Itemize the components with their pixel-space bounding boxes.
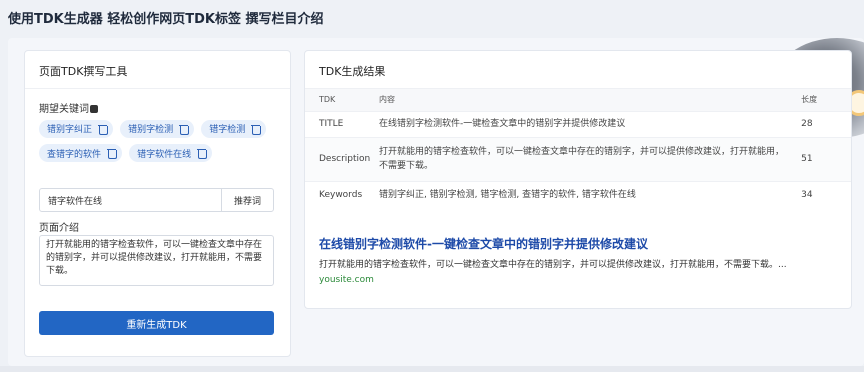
row-content: 在线错别字检测软件-一键检查文章中的错别字并提供修改建议 [378, 110, 802, 137]
table-row: TITLE 在线错别字检测软件-一键检查文章中的错别字并提供修改建议 28 [305, 110, 851, 137]
result-panel-title: TDK生成结果 [305, 51, 851, 89]
keyword-tag: 查错字的软件 [39, 144, 123, 162]
keyword-tag: 错别字纠正 [39, 119, 114, 138]
preview-description: 打开就能用的错字检查软件，可以一键检查文章中存在的错别字，并可以提供修改建议，打… [319, 260, 787, 270]
row-content: 错别字纠正, 错别字检测, 错字检测, 查错字的软件, 错字软件在线 [378, 180, 802, 209]
help-icon[interactable] [90, 105, 98, 113]
intro-textarea[interactable]: 打开就能用的错字检查软件，可以一键检查文章中存在的错别字，并可以提供修改建议，打… [39, 235, 274, 286]
row-length: 51 [801, 136, 851, 181]
table-header: TDK 内容 长度 [305, 89, 851, 111]
keywords-label: 期望关键词 [39, 100, 98, 115]
table-row: Keywords 错别字纠正, 错别字检测, 错字检测, 查错字的软件, 错字软… [305, 180, 851, 209]
trash-icon[interactable] [197, 148, 208, 159]
keyword-tag: 错字检测 [201, 119, 267, 138]
intro-label: 页面介绍 [39, 223, 79, 234]
keyword-tag: 错别字检测 [120, 119, 195, 138]
keyword-tags: 错别字纠正 错别字检测 错字检测 查错字的软件 错字软件在线 [39, 117, 279, 166]
keyword-input-group: 推荐词 [39, 188, 274, 212]
row-key: TITLE [305, 110, 379, 137]
column-header: 内容 [378, 89, 802, 111]
keywords-label-text: 期望关键词 [39, 104, 89, 115]
trash-icon[interactable] [98, 124, 109, 135]
row-key: Keywords [305, 180, 379, 209]
trash-icon[interactable] [107, 148, 118, 159]
tool-panel-title: 页面TDK撰写工具 [25, 51, 290, 89]
regenerate-button[interactable]: 重新生成TDK [39, 311, 274, 335]
search-preview: 在线错别字检测软件-一键检查文章中的错别字并提供修改建议 打开就能用的错字检查软… [319, 235, 819, 285]
tag-label: 错字软件在线 [137, 149, 192, 160]
bottom-bar [0, 366, 864, 372]
preview-title-link[interactable]: 在线错别字检测软件-一键检查文章中的错别字并提供修改建议 [319, 235, 819, 252]
row-length: 34 [801, 180, 851, 209]
tag-label: 查错字的软件 [47, 149, 102, 160]
result-table: TDK 内容 长度 TITLE 在线错别字检测软件-一键检查文章中的错别字并提供… [305, 89, 851, 209]
column-header: TDK [305, 89, 379, 111]
tag-label: 错字检测 [209, 125, 246, 135]
keyword-tag: 错字软件在线 [129, 144, 213, 162]
tag-label: 错别字检测 [128, 125, 174, 135]
table-row: Description 打开就能用的错字检查软件，可以一键检查文章中存在的错别字… [305, 136, 851, 181]
tdk-result-panel: TDK生成结果 TDK 内容 长度 TITLE 在线错别字检测软件-一键检查文章… [304, 50, 852, 309]
column-header: 长度 [801, 89, 851, 111]
trash-icon[interactable] [179, 124, 190, 135]
trash-icon[interactable] [251, 124, 262, 135]
tag-label: 错别字纠正 [47, 125, 93, 135]
row-content: 打开就能用的错字检查软件，可以一键检查文章中存在的错别字，并可以提供修改建议，打… [378, 136, 802, 181]
keyword-input[interactable] [40, 189, 221, 211]
row-length: 28 [801, 110, 851, 137]
recommend-button[interactable]: 推荐词 [221, 189, 273, 211]
row-key: Description [305, 136, 379, 181]
preview-url: yousite.com [319, 275, 374, 285]
page-title: 使用TDK生成器 轻松创作网页TDK标签 撰写栏目介绍 [8, 12, 324, 27]
